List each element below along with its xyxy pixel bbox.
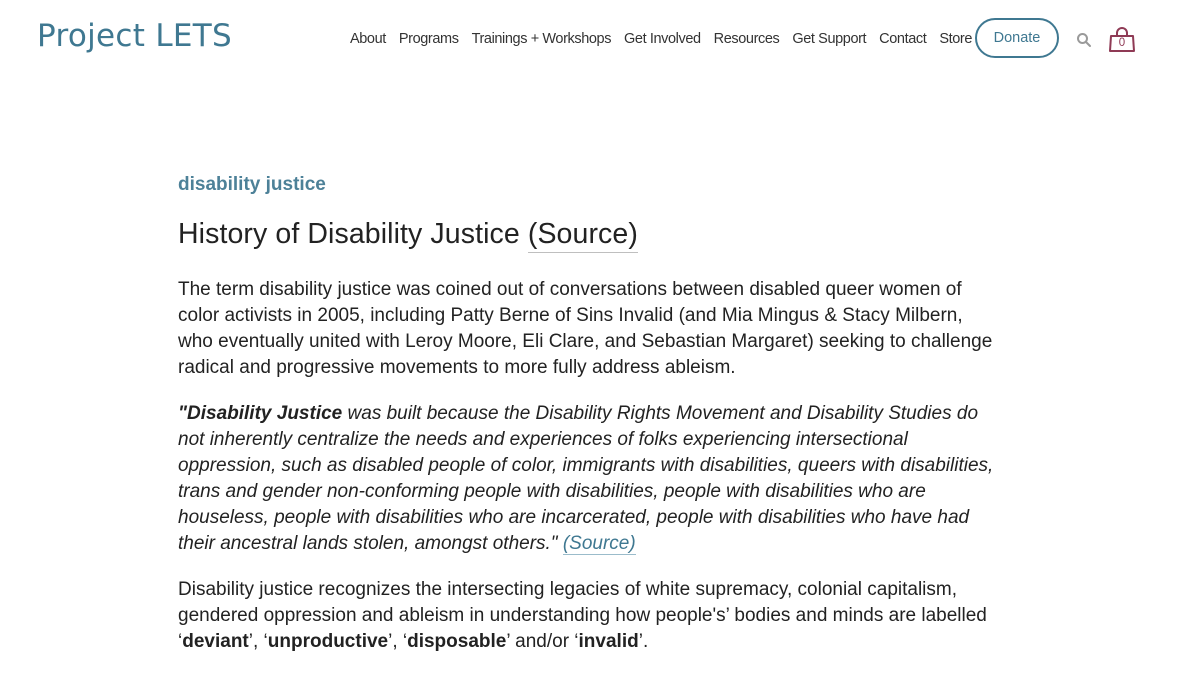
word-invalid: invalid bbox=[578, 631, 639, 652]
title-source-link[interactable]: (Source) bbox=[527, 218, 638, 253]
paragraph-legacies: Disability justice recognizes the inters… bbox=[178, 577, 998, 655]
cart-count: 0 bbox=[1118, 37, 1126, 49]
nav-resources[interactable]: Resources bbox=[714, 31, 780, 47]
page-title: History of Disability Justice (Source) bbox=[178, 216, 998, 253]
paragraph-quote: "Disability Justice was built because th… bbox=[178, 401, 998, 557]
quote-text: was built because the Disability Rights … bbox=[178, 403, 994, 554]
main-nav: About Programs Trainings + Workshops Get… bbox=[350, 31, 972, 47]
separator: ’ and/or ‘ bbox=[506, 631, 579, 652]
nav-get-support[interactable]: Get Support bbox=[792, 31, 866, 47]
donate-button[interactable]: Donate bbox=[975, 18, 1059, 58]
word-deviant: deviant bbox=[182, 631, 249, 652]
word-disposable: disposable bbox=[407, 631, 507, 652]
word-unproductive: unproductive bbox=[267, 631, 389, 652]
site-logo[interactable]: Project LETS bbox=[37, 18, 232, 54]
quote-bold: "Disability Justice bbox=[178, 403, 343, 424]
title-text: History of Disability Justice bbox=[178, 218, 520, 250]
nav-contact[interactable]: Contact bbox=[879, 31, 927, 47]
search-icon[interactable] bbox=[1076, 32, 1092, 48]
nav-about[interactable]: About bbox=[350, 31, 386, 47]
separator: ’, ‘ bbox=[248, 631, 268, 652]
nav-trainings-workshops[interactable]: Trainings + Workshops bbox=[472, 31, 612, 47]
nav-get-involved[interactable]: Get Involved bbox=[624, 31, 701, 47]
paragraph-history: The term disability justice was coined o… bbox=[178, 279, 993, 378]
site-header: Project LETS About Programs Trainings + … bbox=[0, 0, 1204, 80]
sentence-end: ’. bbox=[638, 631, 649, 652]
separator: ’, ‘ bbox=[388, 631, 408, 652]
section-kicker: disability justice bbox=[178, 174, 326, 195]
quote-source-link[interactable]: (Source) bbox=[562, 533, 636, 555]
nav-store[interactable]: Store bbox=[939, 31, 972, 47]
nav-programs[interactable]: Programs bbox=[399, 31, 459, 47]
article-content: disability justice History of Disability… bbox=[178, 172, 998, 655]
